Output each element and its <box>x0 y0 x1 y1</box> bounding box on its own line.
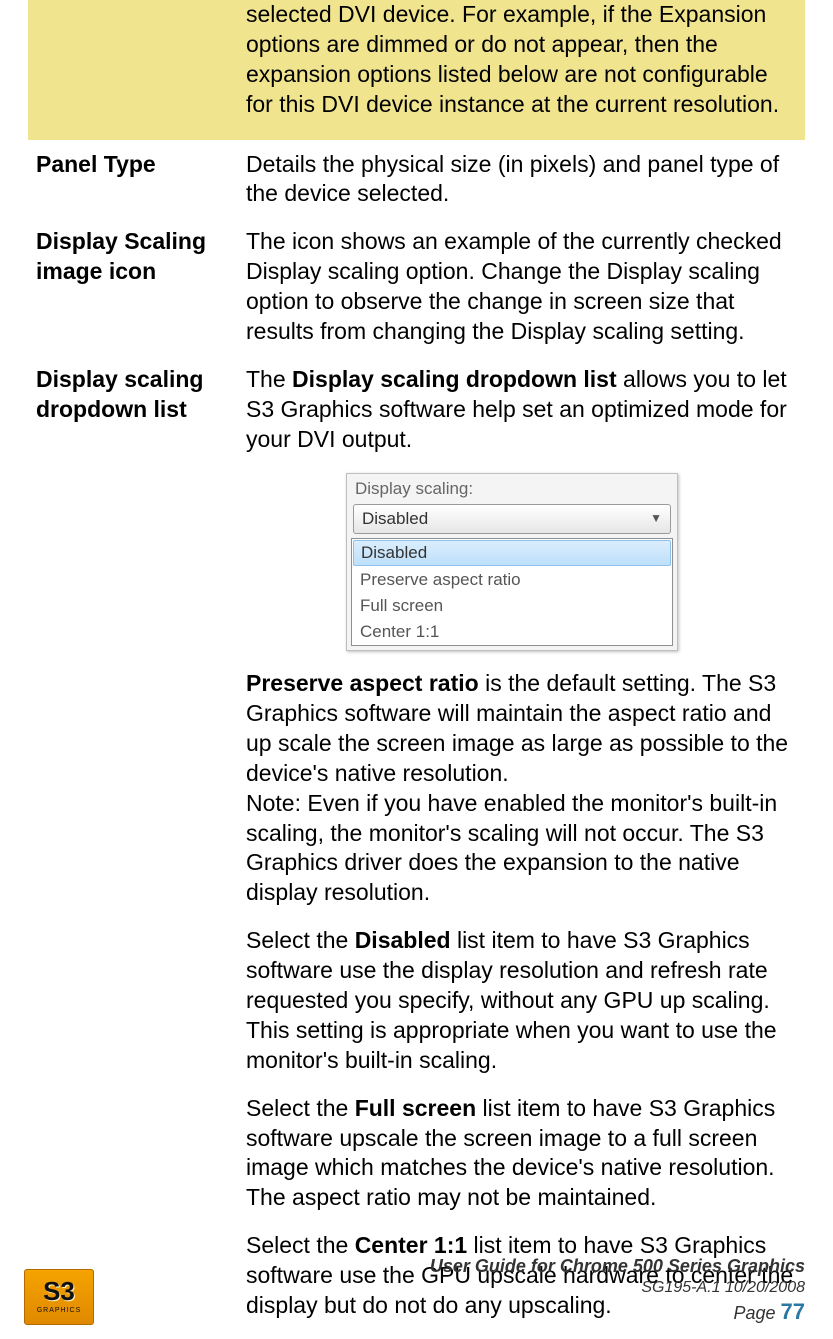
full-paragraph: Select the Full screen list item to have… <box>246 1094 799 1214</box>
full-bold: Full screen <box>355 1095 476 1121</box>
panel-type-text: Details the physical size (in pixels) an… <box>246 150 805 210</box>
image-icon-label: Display Scaling image icon <box>28 227 246 287</box>
image-icon-row: Display Scaling image icon The icon show… <box>28 227 805 347</box>
preserve-paragraph: Preserve aspect ratio is the default set… <box>246 669 799 789</box>
dropdown-item-disabled[interactable]: Disabled <box>353 540 671 566</box>
dropdown-label: Display scaling dropdown list <box>28 365 246 425</box>
footer-page-number: 77 <box>781 1299 805 1324</box>
dropdown-row: Display scaling dropdown list The Displa… <box>28 365 805 1339</box>
logo-main-text: S3 <box>43 1278 75 1304</box>
preserve-bold: Preserve aspect ratio <box>246 670 479 696</box>
disabled-prefix: Select the <box>246 927 355 953</box>
preserve-note: Note: Even if you have enabled the monit… <box>246 789 799 909</box>
s3-logo: S3 GRAPHICS <box>24 1269 94 1325</box>
intro-bold: Display scaling dropdown list <box>292 366 617 392</box>
dropdown-intro: The Display scaling dropdown list allows… <box>246 365 799 455</box>
intro-prefix: The <box>246 366 292 392</box>
note-row: selected DVI device. For example, if the… <box>28 0 805 140</box>
footer-text-block: User Guide for Chrome 500 Series Graphic… <box>430 1255 805 1325</box>
dropdown-item-full[interactable]: Full screen <box>352 593 672 619</box>
footer-title: User Guide for Chrome 500 Series Graphic… <box>430 1255 805 1278</box>
footer-page-label: Page <box>733 1303 780 1323</box>
note-label <box>28 0 246 1</box>
dropdown-list: Disabled Preserve aspect ratio Full scre… <box>351 538 673 646</box>
panel-type-label: Panel Type <box>28 150 246 180</box>
dropdown-selected-text: Disabled <box>362 508 428 530</box>
dropdown-widget-label: Display scaling: <box>347 474 677 502</box>
dropdown-desc: The Display scaling dropdown list allows… <box>246 365 805 1339</box>
display-scaling-dropdown[interactable]: Display scaling: Disabled ▼ Disabled Pre… <box>346 473 678 651</box>
footer-page-line: Page 77 <box>430 1298 805 1326</box>
footer-sg-line: SG195-A.1 10/20/2008 <box>430 1278 805 1298</box>
disabled-paragraph: Select the Disabled list item to have S3… <box>246 926 799 1075</box>
disabled-bold: Disabled <box>355 927 451 953</box>
dropdown-selected[interactable]: Disabled ▼ <box>353 504 671 534</box>
full-prefix: Select the <box>246 1095 355 1121</box>
dropdown-item-center[interactable]: Center 1:1 <box>352 619 672 645</box>
panel-type-row: Panel Type Details the physical size (in… <box>28 150 805 210</box>
chevron-down-icon: ▼ <box>650 511 662 527</box>
logo-sub-text: GRAPHICS <box>37 1306 82 1315</box>
page-footer: S3 GRAPHICS User Guide for Chrome 500 Se… <box>0 1255 833 1325</box>
image-icon-text: The icon shows an example of the current… <box>246 227 805 347</box>
dropdown-item-preserve[interactable]: Preserve aspect ratio <box>352 567 672 593</box>
note-text: selected DVI device. For example, if the… <box>246 0 805 120</box>
